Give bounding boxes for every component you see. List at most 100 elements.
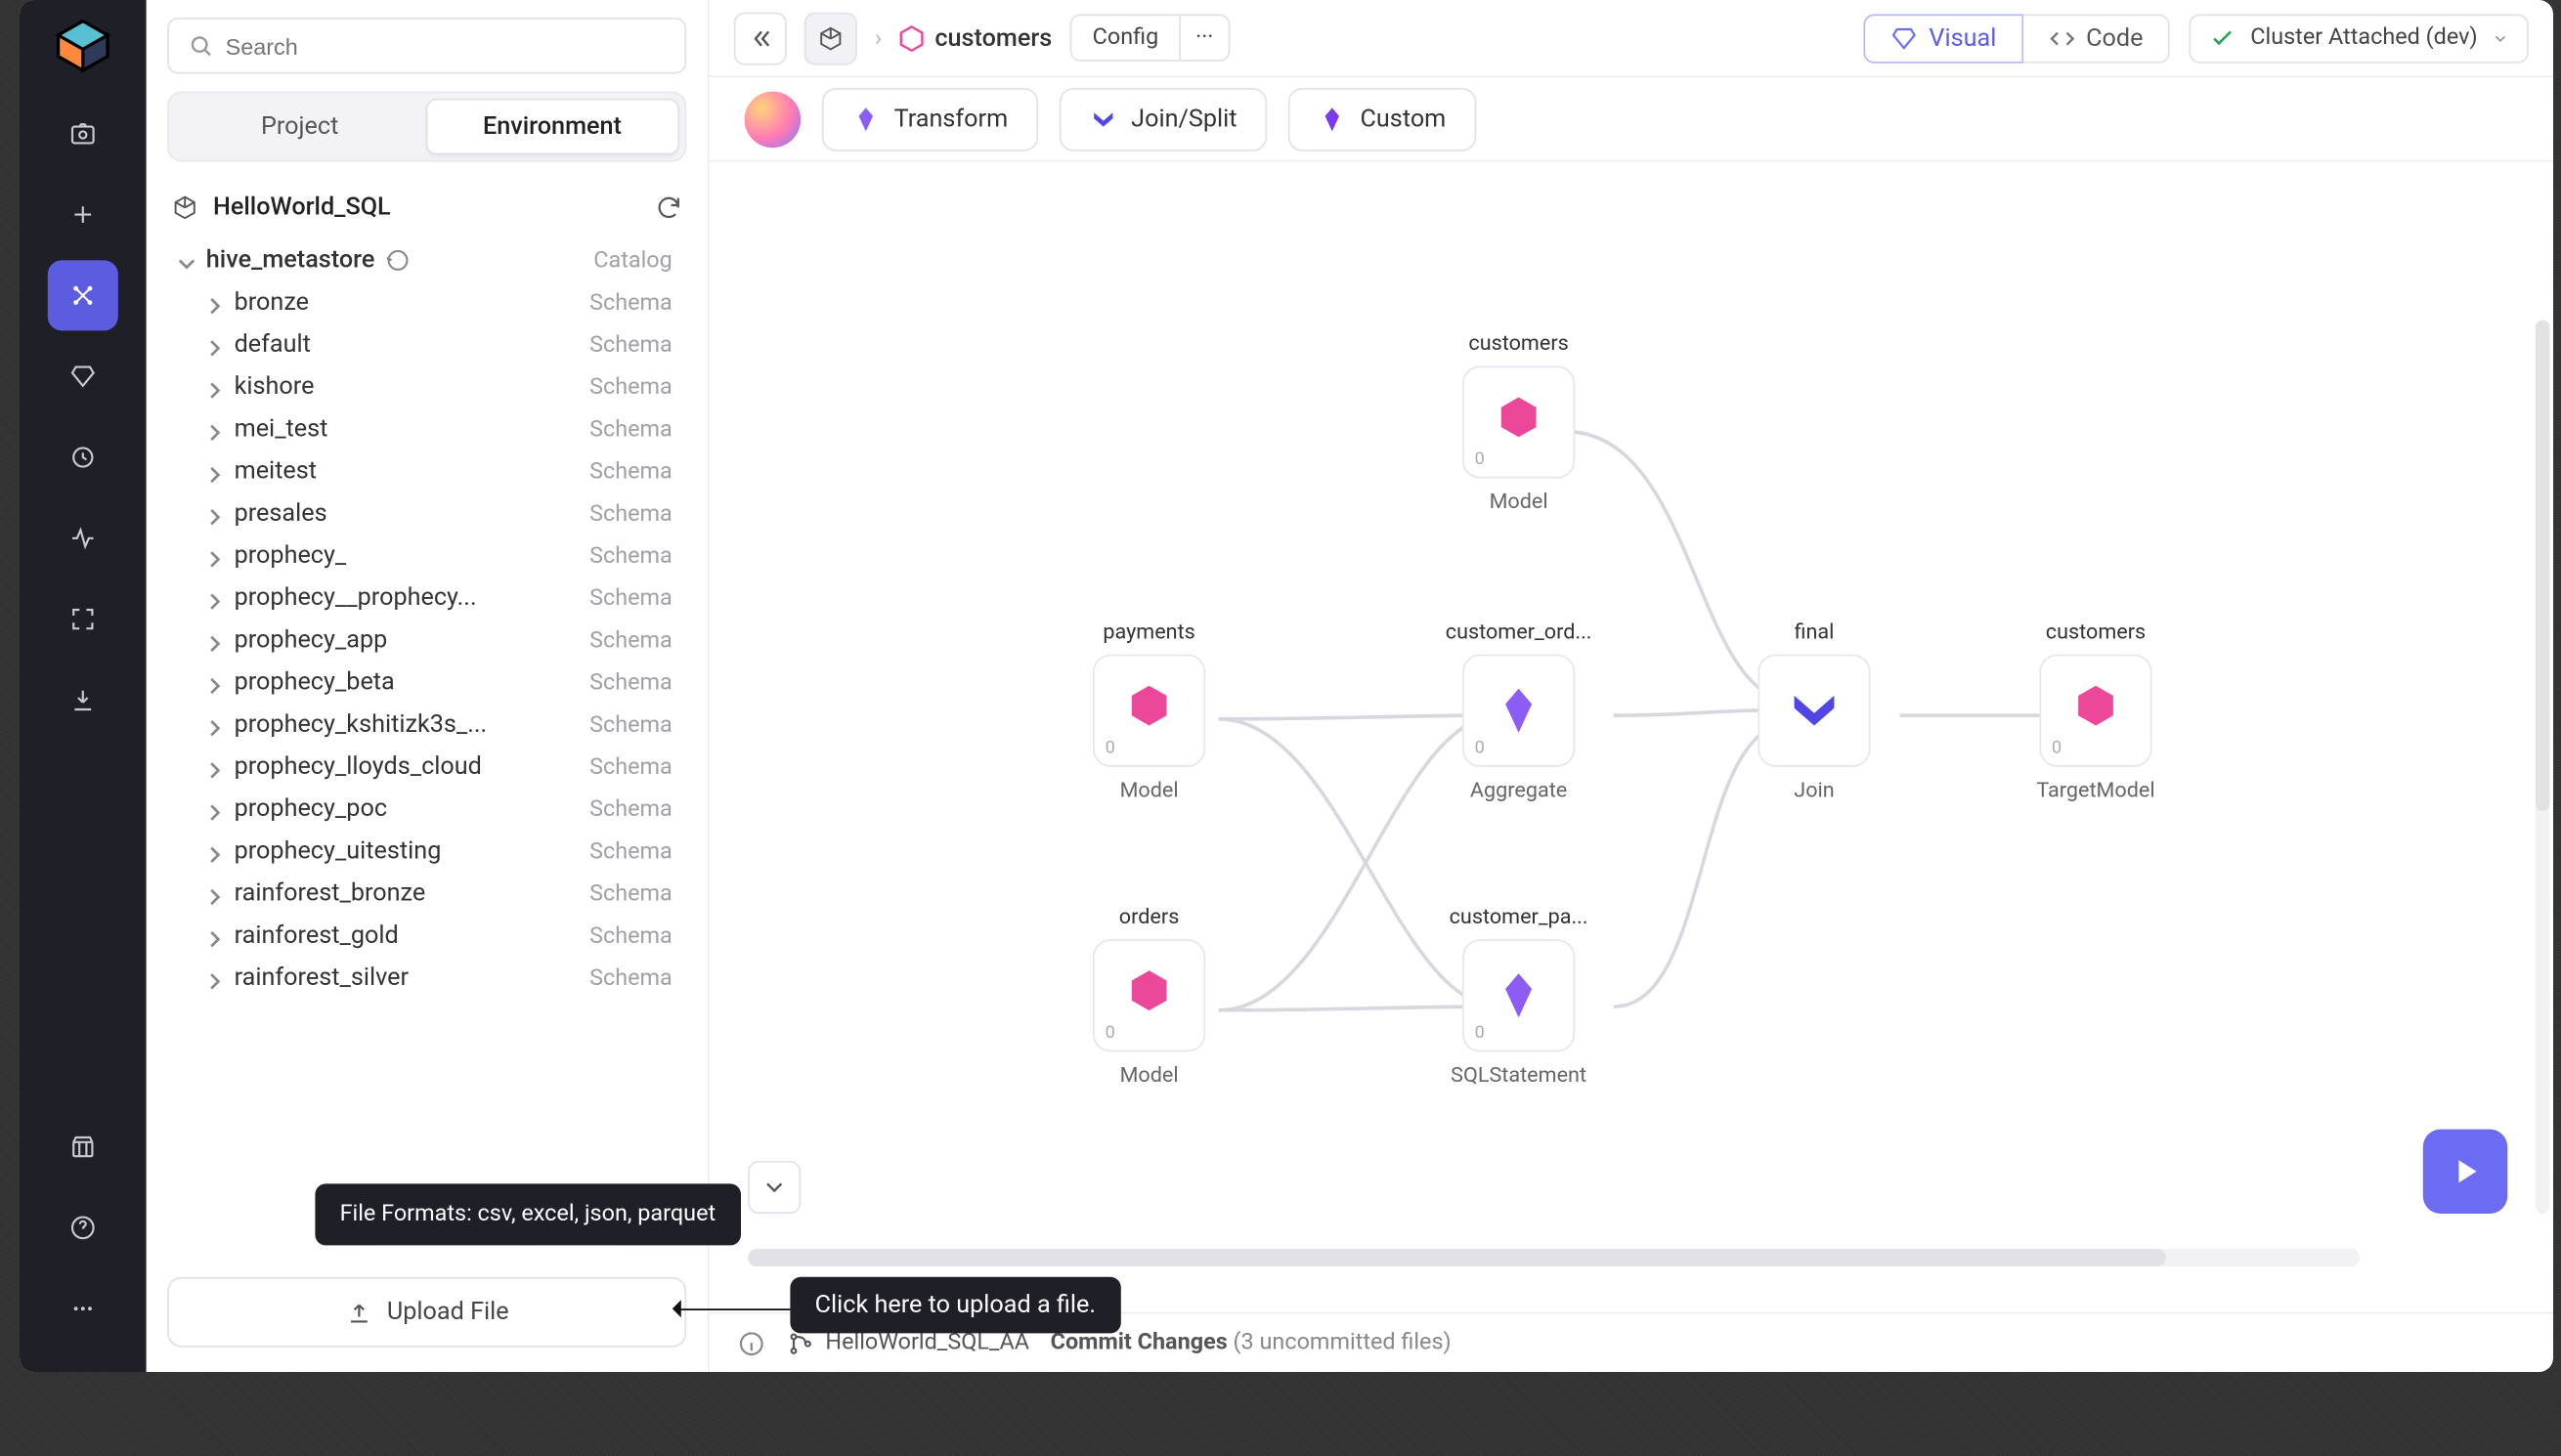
pill-transform[interactable]: Transform: [822, 87, 1038, 150]
tree-schema-item[interactable]: bronzeSchema: [147, 281, 697, 323]
schema-type: Schema: [589, 585, 673, 612]
tab-project[interactable]: Project: [174, 99, 425, 155]
gem-violet-icon: [1318, 105, 1346, 133]
commit-changes[interactable]: Commit Changes (3 uncommitted files): [1051, 1330, 1452, 1356]
history-icon[interactable]: [385, 248, 410, 273]
canvas-panel-toggle[interactable]: [748, 1161, 801, 1214]
tree-schema-item[interactable]: prophecy_beta Schema: [147, 662, 697, 704]
schema-name: presales: [235, 499, 327, 528]
chevron-right-icon: [206, 884, 224, 902]
rail-download-icon[interactable]: [48, 664, 118, 735]
tab-environment[interactable]: Environment: [425, 99, 679, 155]
tree-schema-item[interactable]: prophecy_uitestingSchema: [147, 831, 697, 873]
schema-name: prophecy_poc: [235, 795, 387, 824]
chevron-right-icon: [206, 969, 224, 987]
info-icon[interactable]: [737, 1329, 765, 1357]
schema-type: Schema: [589, 796, 673, 823]
diamond-icon: [1890, 23, 1919, 52]
node-final[interactable]: final Join: [1744, 620, 1885, 802]
schema-name: rainforest_silver: [235, 964, 409, 992]
schema-type: Schema: [589, 500, 673, 527]
schema-name: mei_test: [235, 415, 328, 444]
node-payments[interactable]: payments 0 Model: [1079, 620, 1220, 802]
canvas-h-scrollbar[interactable]: [748, 1249, 2360, 1266]
tree-schema-item[interactable]: kishoreSchema: [147, 365, 697, 407]
schema-type: Schema: [589, 922, 673, 949]
chevron-right-icon: [206, 547, 224, 565]
tree-schema-item[interactable]: prophecy_lloyds_cloudSchema: [147, 746, 697, 788]
cube-icon: [171, 193, 199, 222]
rail-clock-icon[interactable]: [48, 422, 118, 492]
tree-schema-item[interactable]: prophecy_kshitizk3s_...Schema: [147, 704, 697, 746]
schema-tree[interactable]: hive_metastore Catalog bronzeSchemadefau…: [147, 239, 708, 1260]
gem-purple-icon: [851, 105, 880, 133]
config-group: Config ···: [1069, 14, 1229, 62]
crumb-entity[interactable]: customers: [896, 22, 1052, 54]
collapse-button[interactable]: [734, 12, 787, 64]
upload-callout: Click here to upload a file.: [790, 1277, 1120, 1334]
tree-catalog[interactable]: hive_metastore Catalog: [147, 239, 697, 281]
rail-capture-icon[interactable]: [48, 99, 118, 169]
cluster-selector[interactable]: Cluster Attached (dev): [2189, 14, 2529, 63]
pill-joinsplit[interactable]: Join/Split: [1059, 87, 1267, 150]
node-customers-right[interactable]: customers 0 TargetModel: [2025, 620, 2166, 802]
tree-schema-item[interactable]: prophecy_Schema: [147, 535, 697, 577]
tree-schema-item[interactable]: prophecy__prophecy...Schema: [147, 577, 697, 619]
callout-arrow: [677, 1308, 790, 1310]
node-customer-ord[interactable]: customer_ord... 0 Aggregate: [1449, 620, 1589, 802]
tree-schema-item[interactable]: prophecy_appSchema: [147, 620, 697, 662]
tree-schema-item[interactable]: rainforest_bronzeSchema: [147, 873, 697, 915]
schema-name: prophecy_app: [235, 626, 388, 655]
run-button[interactable]: [2423, 1130, 2507, 1214]
code-toggle[interactable]: Code: [2022, 14, 2169, 63]
sidebar: Project Environment HelloWorld_SQL hive_…: [147, 0, 710, 1372]
tree-schema-item[interactable]: prophecy_poc Schema: [147, 788, 697, 830]
breadcrumb-sep: ›: [875, 23, 883, 52]
chevron-right-icon: [206, 673, 224, 691]
visual-toggle[interactable]: Visual: [1864, 14, 2023, 63]
rail-add-icon[interactable]: [48, 180, 118, 250]
play-icon: [2446, 1152, 2485, 1191]
search-input[interactable]: [167, 18, 686, 74]
rail-activity-icon[interactable]: [48, 503, 118, 574]
rail-more-icon[interactable]: [48, 1273, 118, 1344]
node-customer-pa[interactable]: customer_pa... 0 SQLStatement: [1449, 904, 1589, 1087]
project-header: HelloWorld_SQL: [147, 176, 708, 239]
chevron-down-icon: [2492, 29, 2509, 47]
refresh-icon[interactable]: [655, 193, 683, 222]
node-orders[interactable]: orders 0 Model: [1079, 904, 1220, 1087]
tree-schema-item[interactable]: defaultSchema: [147, 323, 697, 365]
gem-purple-icon: [1493, 969, 1545, 1022]
rail-store-icon[interactable]: [48, 1112, 118, 1182]
crumb-root-button[interactable]: [804, 12, 857, 64]
rail-help-icon[interactable]: [48, 1192, 118, 1263]
chev-blue-icon: [1784, 681, 1844, 741]
node-customers-top[interactable]: customers 0 Model: [1449, 330, 1589, 513]
sidebar-tabs: Project Environment: [167, 92, 686, 162]
formats-tooltip: File Formats: csv, excel, json, parquet: [315, 1183, 740, 1245]
cube-icon: [816, 23, 845, 52]
schema-name: meitest: [235, 457, 317, 486]
tree-schema-item[interactable]: meitestSchema: [147, 450, 697, 492]
footer-branch[interactable]: HelloWorld_SQL_AA: [825, 1330, 1029, 1356]
rail-gem-icon[interactable]: [48, 341, 118, 411]
config-button[interactable]: Config: [1071, 16, 1180, 60]
copilot-orb[interactable]: [745, 91, 802, 148]
pill-custom[interactable]: Custom: [1288, 87, 1476, 150]
tree-schema-item[interactable]: rainforest_silverSchema: [147, 957, 697, 999]
cluster-label: Cluster Attached (dev): [2250, 24, 2477, 51]
tree-schema-item[interactable]: rainforest_goldSchema: [147, 915, 697, 957]
rail-pipeline-icon[interactable]: [48, 260, 118, 330]
schema-type: Schema: [589, 669, 673, 696]
schema-name: prophecy_: [235, 541, 347, 570]
tree-schema-item[interactable]: presales Schema: [147, 492, 697, 535]
chevron-right-icon: [206, 589, 224, 607]
tree-schema-item[interactable]: mei_testSchema: [147, 408, 697, 450]
config-more-button[interactable]: ···: [1180, 16, 1228, 60]
rail-expand-icon[interactable]: [48, 584, 118, 655]
chevron-right-icon: [206, 842, 224, 860]
schema-name: prophecy_beta: [235, 668, 395, 697]
search-field[interactable]: [226, 32, 668, 59]
upload-file-button[interactable]: Upload File: [167, 1277, 686, 1348]
canvas[interactable]: customers 0 Model payments 0 Model order…: [710, 162, 2553, 1312]
